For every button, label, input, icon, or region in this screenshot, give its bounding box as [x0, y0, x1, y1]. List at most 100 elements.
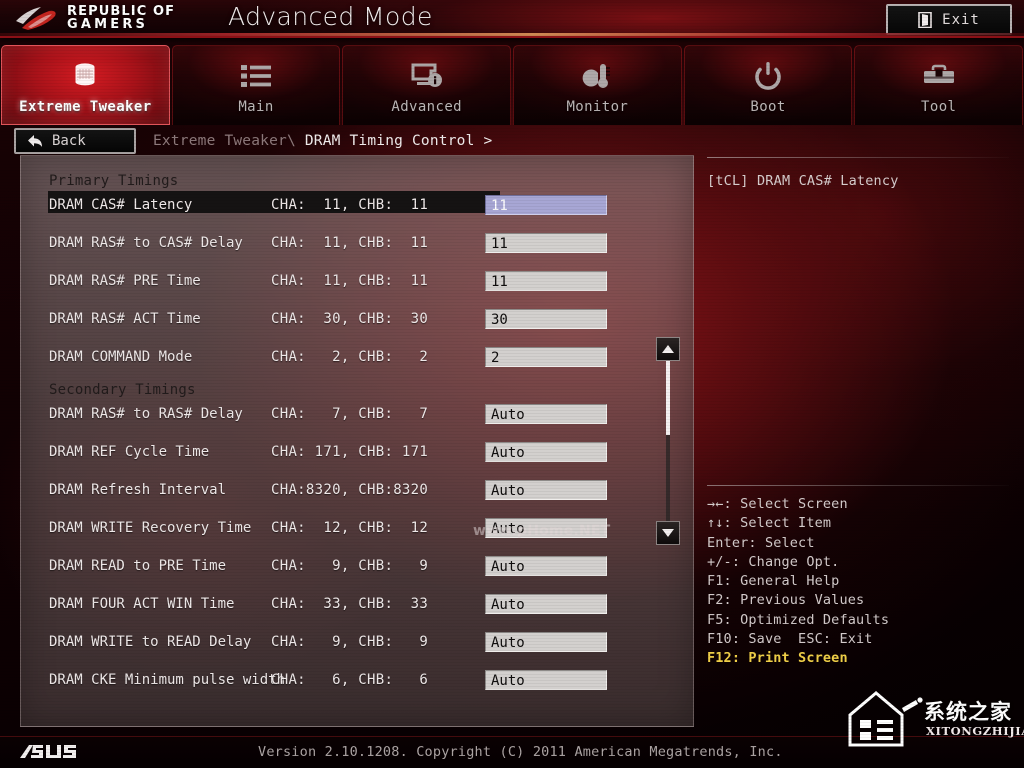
- setting-row[interactable]: DRAM FOUR ACT WIN Time CHA: 33, CHB: 33 Au…: [21, 590, 693, 618]
- rog-wordmark: REPUBLIC OF GAMERS: [67, 5, 175, 31]
- setting-row[interactable]: DRAM WRITE to READ Delay CHA: 9, CHB: 9 Au…: [21, 628, 693, 656]
- tab-boot[interactable]: Boot: [683, 45, 853, 125]
- setting-row[interactable]: DRAM CKE Minimum pulse width CHA: 6, CHB:…: [21, 666, 693, 694]
- back-arrow-icon: [28, 135, 42, 147]
- setting-channel-values: CHA: 30, CHB: 30: [271, 311, 429, 327]
- legend-line: ↑↓: Select Item: [707, 515, 832, 532]
- setting-row[interactable]: DRAM RAS# to RAS# Delay CHA: 7, CHB: 7 Aut…: [21, 400, 693, 428]
- scrollbar-thumb[interactable]: [666, 361, 670, 435]
- setting-label: DRAM RAS# to RAS# Delay: [49, 406, 243, 422]
- setting-value-field[interactable]: 11: [485, 195, 607, 215]
- tab-extreme-tweaker[interactable]: Extreme Tweaker: [1, 45, 170, 125]
- tab-advanced[interactable]: Advanced: [342, 45, 512, 125]
- back-button[interactable]: Back: [14, 128, 136, 154]
- breadcrumb-current: DRAM Timing Control: [304, 133, 475, 149]
- setting-label: DRAM WRITE to READ Delay: [49, 634, 252, 650]
- thermometer-icon: [577, 59, 617, 93]
- setting-value-field[interactable]: Auto: [485, 632, 607, 652]
- setting-label: DRAM CKE Minimum pulse width: [49, 672, 286, 688]
- list-icon: [236, 59, 276, 93]
- setting-value-field[interactable]: 11: [485, 233, 607, 253]
- setting-value-field[interactable]: Auto: [485, 442, 607, 462]
- setting-value-field[interactable]: Auto: [485, 518, 607, 538]
- rog-line-2: GAMERS: [67, 17, 149, 32]
- tab-main[interactable]: Main: [171, 45, 341, 125]
- settings-group-header: Secondary Timings: [49, 382, 196, 398]
- navigation-row: Back Extreme Tweaker\ DRAM Timing Contro…: [0, 126, 1024, 156]
- tab-label-main: Main: [238, 99, 274, 115]
- tab-monitor[interactable]: Monitor: [513, 45, 682, 125]
- legend-line: F12: Print Screen: [707, 650, 848, 667]
- setting-row[interactable]: DRAM RAS# PRE Time CHA: 11, CHB: 11 11: [21, 267, 693, 295]
- setting-label: DRAM WRITE Recovery Time: [49, 520, 252, 536]
- setting-value-field[interactable]: Auto: [485, 404, 607, 424]
- watermark-cn-text: 系统之家: [924, 700, 1012, 724]
- setting-row[interactable]: DRAM Refresh Interval CHA:8320, CHB:8320 A…: [21, 476, 693, 504]
- setting-row[interactable]: DRAM RAS# to CAS# Delay CHA: 11, CHB: 11 1…: [21, 229, 693, 257]
- setting-channel-values: CHA: 9, CHB: 9: [271, 634, 429, 650]
- setting-channel-values: CHA: 11, CHB: 11: [271, 197, 429, 213]
- scroll-up-button[interactable]: [656, 337, 680, 361]
- legend-line: F10: Save ESC: Exit: [707, 631, 873, 648]
- asus-logo: [20, 745, 76, 758]
- setting-row[interactable]: DRAM REF Cycle Time CHA: 171, CHB: 171 Aut…: [21, 438, 693, 466]
- legend-line: →←: Select Screen: [707, 496, 848, 512]
- footer-bar: Version 2.10.1208. Copyright (C) 2011 Am…: [0, 736, 1024, 768]
- settings-scrollbar[interactable]: [656, 337, 680, 545]
- setting-channel-values: CHA: 6, CHB: 6: [271, 672, 429, 688]
- setting-row[interactable]: DRAM COMMAND Mode CHA: 2, CHB: 2 2: [21, 343, 693, 371]
- legend-line: F5: Optimized Defaults: [707, 611, 890, 628]
- setting-value-field[interactable]: Auto: [485, 556, 607, 576]
- legend-line: F1: General Help: [707, 573, 840, 590]
- setting-label: DRAM REF Cycle Time: [49, 444, 210, 460]
- setting-row[interactable]: DRAM RAS# ACT Time CHA: 30, CHB: 30 30: [21, 305, 693, 333]
- power-icon: [748, 59, 788, 93]
- rog-logo: REPUBLIC OF GAMERS: [14, 3, 224, 33]
- setting-channel-values: CHA: 7, CHB: 7: [271, 406, 429, 422]
- setting-label: DRAM RAS# to CAS# Delay: [49, 235, 243, 251]
- setting-row[interactable]: DRAM READ to PRE Time CHA: 9, CHB: 9 Auto: [21, 552, 693, 580]
- setting-label: DRAM RAS# PRE Time: [49, 273, 201, 289]
- monitor-info-icon: [407, 59, 447, 93]
- back-label: Back: [52, 133, 86, 149]
- page-title: Advanced Mode: [228, 2, 433, 31]
- setting-row[interactable]: DRAM WRITE Recovery Time CHA: 12, CHB: 12…: [21, 514, 693, 542]
- breadcrumb-suffix: >: [483, 133, 493, 149]
- toolbox-icon: [919, 59, 959, 93]
- tab-tool[interactable]: Tool: [854, 45, 1024, 125]
- setting-channel-values: CHA: 2, CHB: 2: [271, 349, 429, 365]
- legend-line: +/-: Change Opt.: [707, 553, 840, 570]
- setting-value-field[interactable]: 30: [485, 309, 607, 329]
- tab-label-boot: Boot: [750, 99, 786, 115]
- exit-button[interactable]: Exit: [886, 4, 1012, 35]
- exit-door-icon: [918, 11, 932, 28]
- key-legend-panel: →←: Select Screen ↑↓: Select Item Enter: S…: [707, 485, 1009, 669]
- legend-line: Enter: Select: [707, 534, 815, 551]
- setting-value-field[interactable]: 2: [485, 347, 607, 367]
- breadcrumb-parent[interactable]: Extreme Tweaker\: [153, 133, 296, 149]
- setting-value-field[interactable]: Auto: [485, 480, 607, 500]
- chevron-down-icon: [662, 529, 674, 537]
- legend-line: F2: Previous Values: [707, 592, 865, 609]
- menu-tab-bar: Extreme Tweaker Main Advanced Monitor Bo…: [0, 45, 1024, 125]
- key-legend-list: →←: Select Screen ↑↓: Select Item Enter: S…: [707, 495, 1009, 669]
- legend-divider: [707, 485, 1009, 486]
- tab-label-tool: Tool: [921, 99, 957, 115]
- titlebar-sheen: [0, 33, 1024, 36]
- setting-row[interactable]: DRAM CAS# Latency CHA: 11, CHB: 11 11: [21, 191, 693, 219]
- setting-value-field[interactable]: Auto: [485, 594, 607, 614]
- setting-channel-values: CHA: 33, CHB: 33: [271, 596, 429, 612]
- help-panel: [tCL] DRAM CAS# Latency: [707, 157, 1009, 477]
- help-text: [tCL] DRAM CAS# Latency: [707, 173, 899, 189]
- help-divider: [707, 157, 1009, 158]
- tab-label-advanced: Advanced: [391, 99, 462, 115]
- scroll-down-button[interactable]: [656, 521, 680, 545]
- setting-label: DRAM READ to PRE Time: [49, 558, 227, 574]
- settings-list: Primary Timings DRAM CAS# Latency CHA: 11,…: [21, 156, 693, 694]
- setting-value-field[interactable]: 11: [485, 271, 607, 291]
- setting-value-field[interactable]: Auto: [485, 670, 607, 690]
- setting-channel-values: CHA: 11, CHB: 11: [271, 235, 429, 251]
- breadcrumb: Extreme Tweaker\ DRAM Timing Control >: [153, 133, 492, 149]
- setting-label: DRAM RAS# ACT Time: [49, 311, 201, 327]
- setting-label: DRAM COMMAND Mode: [49, 349, 193, 365]
